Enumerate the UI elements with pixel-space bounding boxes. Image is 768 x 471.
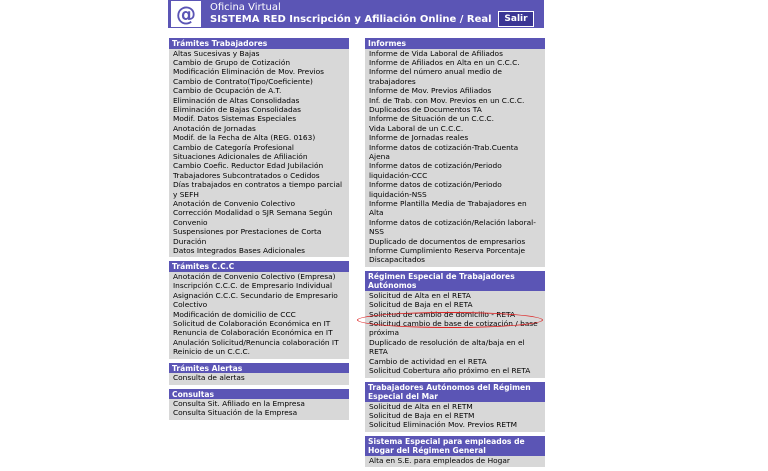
section-links: Consulta Sit. Afiliado en la Empresa Cons… (169, 399, 349, 420)
section-title: Trámites Trabajadores (169, 38, 349, 49)
section-title: Consultas (169, 388, 349, 399)
menu-link[interactable]: Suspensiones por Prestaciones de Corta D… (169, 227, 349, 246)
menu-link[interactable]: Datos Integrados Bases Adicionales (169, 246, 349, 255)
section-links: Consulta de alertas (169, 373, 349, 385)
menu-link[interactable]: Solicitud de Baja en el RETA (365, 300, 545, 309)
menu-link[interactable]: Reinicio de un C.C.C. (169, 347, 349, 356)
menu-link[interactable]: Informe de Mov. Previos Afiliados (365, 86, 545, 95)
menu-link[interactable]: Modificación Eliminación de Mov. Previos (169, 67, 349, 76)
menu-link[interactable]: Informe de Situación de un C.C.C. (365, 114, 545, 123)
section-title: Trabajadores Autónomos del Régimen Espec… (365, 381, 545, 402)
menu-link[interactable]: Anotación de Convenio Colectivo (Empresa… (169, 272, 349, 281)
menu-link[interactable]: Inf. de Trab. con Mov. Previos en un C.C… (365, 96, 545, 105)
menu-link[interactable]: Solicitud Eliminación Mov. Previos RETM (365, 420, 545, 429)
menu-link[interactable]: Alta en S.E. para empleados de Hogar (365, 456, 545, 465)
section-links: Informe de Vida Laboral de Afiliados Info… (365, 48, 545, 267)
menu-link[interactable]: Anotación de Jornadas (169, 124, 349, 133)
menu-link[interactable]: Inscripción C.C.C. de Empresario Individ… (169, 281, 349, 290)
menu-link[interactable]: Cambio de Contrato(Tipo/Coeficiente) (169, 77, 349, 86)
menu-link[interactable]: Corrección Modalidad o SJR Semana Según … (169, 208, 349, 227)
at-logo-icon: @ (171, 1, 201, 27)
left-column: Trámites Trabajadores Altas Sucesivas y B… (169, 38, 349, 424)
menu-link[interactable]: Informe Plantilla Media de Trabajadores … (365, 199, 545, 218)
menu-link[interactable]: Consulta de alertas (169, 373, 349, 382)
red-ellipse-highlight (357, 312, 543, 328)
menu-link[interactable]: Informe datos de cotización/Periodo liqu… (365, 180, 545, 199)
section-tramites-alertas: Trámites Alertas Consulta de alertas (169, 362, 349, 385)
section-consultas: Consultas Consulta Sit. Afiliado en la Em… (169, 388, 349, 420)
menu-link[interactable]: Informe de Vida Laboral de Afiliados (365, 49, 545, 58)
menu-link[interactable]: Cambio de Ocupación de A.T. (169, 86, 349, 95)
section-tramites-c-c-c: Trámites C.C.C Anotación de Convenio Cole… (169, 261, 349, 359)
section-links: Alta en S.E. para empleados de Hogar (365, 455, 545, 468)
menu-link[interactable]: Informe de Afiliados en Alta en un C.C.C… (365, 58, 545, 67)
menu-link[interactable]: Modif. de la Fecha de Alta (REG. 0163) (169, 133, 349, 142)
menu-link[interactable]: Solicitud de Alta en el RETA (365, 291, 545, 300)
menu-link[interactable]: Solicitud Cobertura año próximo en el RE… (365, 366, 545, 375)
menu-link[interactable]: Duplicado de resolución de alta/baja en … (365, 338, 545, 357)
menu-link[interactable]: Modificación de domicilio de CCC (169, 310, 349, 319)
menu-link[interactable]: Solicitud de Alta en el RETM (365, 402, 545, 411)
menu-link[interactable]: Informe datos de cotización-Trab.Cuenta … (365, 143, 545, 162)
section-title: Sistema Especial para empleados de Hogar… (365, 435, 545, 456)
menu-link[interactable]: Consulta Sit. Afiliado en la Empresa (169, 399, 349, 408)
menu-link[interactable]: Duplicados de Documentos TA (365, 105, 545, 114)
menu-link[interactable]: Consulta Situación de la Empresa (169, 408, 349, 417)
menu-link[interactable]: Solicitud de Baja en el RETM (365, 411, 545, 420)
menu-link[interactable]: Trabajadores Subcontratados o Cedidos (169, 171, 349, 180)
section-title: Trámites Alertas (169, 362, 349, 374)
menu-link[interactable]: Duplicado de documentos de empresarios (365, 237, 545, 246)
menu-link[interactable]: Cambio de Grupo de Cotización (169, 58, 349, 67)
menu-link[interactable]: Altas Sucesivas y Bajas (169, 49, 349, 58)
section-sistema-especial-para-empleados-de-hogar-del-regimen-general: Sistema Especial para empleados de Hogar… (365, 435, 545, 468)
menu-link[interactable]: Eliminación de Altas Consolidadas (169, 96, 349, 105)
header-title-line2: SISTEMA RED Inscripción y Afiliación Onl… (210, 14, 492, 25)
menu-link[interactable]: Informe de Jornadas reales (365, 133, 545, 142)
menu-link[interactable]: Cambio de Categoría Profesional (169, 143, 349, 152)
menu-link[interactable]: Cambio de actividad en el RETA (365, 357, 545, 366)
section-links: Solicitud de Alta en el RETA Solicitud de… (365, 290, 545, 378)
section-trabajadores-autonomos-del-regimen-especial-del-mar: Trabajadores Autónomos del Régimen Espec… (365, 381, 545, 432)
header-title-line1: Oficina Virtual (210, 2, 281, 13)
section-title: Informes (365, 38, 545, 49)
menu-link[interactable]: Días trabajados en contratos a tiempo pa… (169, 180, 349, 199)
section-links: Anotación de Convenio Colectivo (Empresa… (169, 271, 349, 359)
menu-link[interactable]: Informe del número anual medio de trabaj… (365, 67, 545, 86)
menu-link[interactable]: Modif. Datos Sistemas Especiales (169, 114, 349, 123)
section-title: Trámites C.C.C (169, 261, 349, 272)
menu-link[interactable]: Renuncia de Colaboración Económica en IT (169, 328, 349, 337)
menu-link[interactable]: Informe Cumplimiento Reserva Porcentaje … (365, 246, 545, 265)
exit-button[interactable]: Salir (498, 11, 534, 27)
section-informes: Informes Informe de Vida Laboral de Afili… (365, 38, 545, 267)
header-bar: @ Oficina Virtual SISTEMA RED Inscripció… (168, 0, 544, 28)
menu-link[interactable]: Vida Laboral de un C.C.C. (365, 124, 545, 133)
section-links: Altas Sucesivas y Bajas Cambio de Grupo d… (169, 48, 349, 258)
menu-link[interactable]: Solicitud de Colaboración Económica en I… (169, 319, 349, 328)
section-title: Régimen Especial de Trabajadores Autónom… (365, 270, 545, 291)
menu-link[interactable]: Informe datos de cotización/Relación lab… (365, 218, 545, 237)
menu-link[interactable]: Anulación Solicitud/Renuncia colaboració… (169, 338, 349, 347)
section-links: Solicitud de Alta en el RETM Solicitud de… (365, 401, 545, 432)
menu-link[interactable]: Informe datos de cotización/Periodo liqu… (365, 161, 545, 180)
menu-link[interactable]: Asignación C.C.C. Secundario de Empresar… (169, 291, 349, 310)
menu-link[interactable]: Situaciones Adicionales de Afiliación (169, 152, 349, 161)
right-column: Informes Informe de Vida Laboral de Afili… (365, 38, 545, 471)
menu-link[interactable]: Anotación de Convenio Colectivo (169, 199, 349, 208)
menu-link[interactable]: Cambio Coefic. Reductor Edad Jubilación (169, 161, 349, 170)
section-tramites-trabajadores: Trámites Trabajadores Altas Sucesivas y B… (169, 38, 349, 258)
menu-link[interactable]: Eliminación de Bajas Consolidadas (169, 105, 349, 114)
